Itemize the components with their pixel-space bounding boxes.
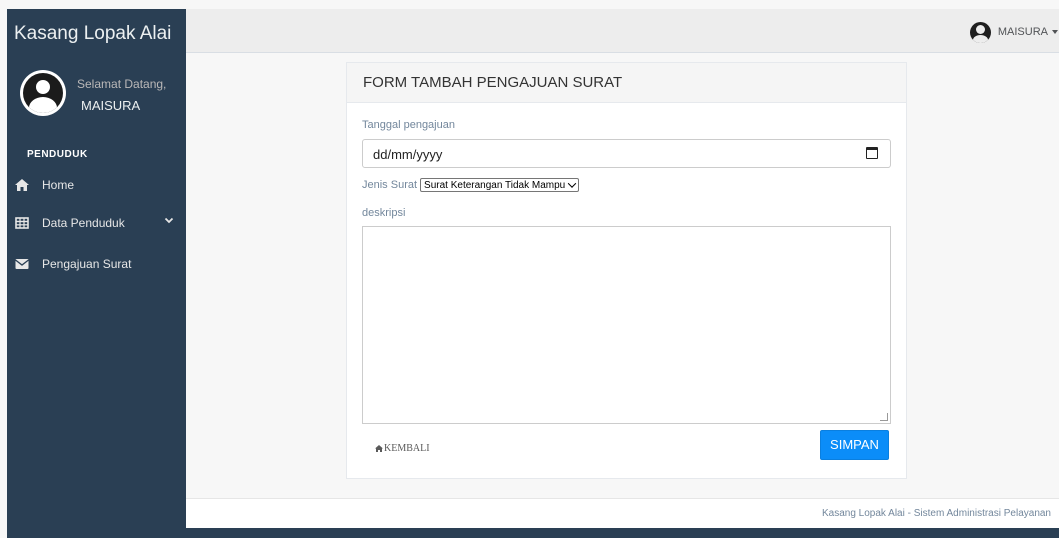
jenis-surat-select[interactable]: Surat Keterangan Tidak Mampu <box>420 178 580 192</box>
date-input[interactable]: dd/mm/yyyy <box>362 139 891 168</box>
menu-section-title: PENDUDUK <box>27 149 88 160</box>
jenis-surat-selected: Surat Keterangan Tidak Mampu <box>424 179 566 191</box>
envelope-icon <box>15 259 29 269</box>
user-dropdown[interactable]: MAISURA <box>969 21 1059 43</box>
date-input-value: dd/mm/yyyy <box>373 147 443 162</box>
welcome-text: Selamat Datang, <box>77 77 167 91</box>
profile-username: MAISURA <box>81 98 141 113</box>
footer-text: Kasang Lopak Alai - Sistem Administrasi … <box>821 508 1051 519</box>
sidebar-item-home[interactable]: Home <box>7 172 186 198</box>
home-icon <box>15 179 29 191</box>
brand-title[interactable]: Kasang Lopak Alai <box>7 9 186 55</box>
user-circle-icon <box>969 21 991 43</box>
sidebar-item-label: Data Penduduk <box>42 216 125 230</box>
avatar <box>20 70 66 116</box>
sidebar-item-label: Home <box>42 178 75 192</box>
bottom-bar <box>186 528 1059 538</box>
resize-handle-icon[interactable] <box>880 413 888 421</box>
date-label: Tanggal pengajuan <box>362 119 455 131</box>
deskripsi-label: deskripsi <box>362 207 406 219</box>
form-title: FORM TAMBAH PENGAJUAN SURAT <box>347 63 906 103</box>
footer: Kasang Lopak Alai - Sistem Administrasi … <box>186 498 1059 528</box>
jenis-surat-label: Jenis Surat <box>362 179 418 191</box>
caret-down-icon <box>1052 30 1058 34</box>
jenis-surat-row: Jenis Surat Surat Keterangan Tidak Mampu <box>362 178 580 192</box>
chevron-down-icon <box>567 179 577 188</box>
sidebar-item-pengajuan-surat[interactable]: Pengajuan Surat <box>7 251 186 277</box>
chevron-down-icon <box>164 217 174 224</box>
simpan-button[interactable]: SIMPAN <box>820 430 889 460</box>
user-menu-label: MAISURA <box>997 26 1048 38</box>
home-icon <box>375 445 383 452</box>
sidebar-item-label: Pengajuan Surat <box>42 257 132 271</box>
app-frame: Kasang Lopak Alai Selamat Datang, MAISUR… <box>7 9 1059 538</box>
main-content: FORM TAMBAH PENGAJUAN SURAT Tanggal peng… <box>186 53 1059 498</box>
form-panel: FORM TAMBAH PENGAJUAN SURAT Tanggal peng… <box>346 62 907 479</box>
top-navbar: MAISURA <box>186 9 1059 53</box>
calendar-icon[interactable] <box>866 147 878 159</box>
back-link-label: KEMBALI <box>384 443 430 454</box>
user-circle-icon <box>23 73 63 113</box>
profile-block: Selamat Datang, MAISURA <box>7 67 186 127</box>
sidebar: Kasang Lopak Alai Selamat Datang, MAISUR… <box>7 9 186 538</box>
sidebar-item-data-penduduk[interactable]: Data Penduduk <box>7 210 186 236</box>
table-icon <box>15 217 29 229</box>
deskripsi-textarea[interactable] <box>362 226 891 424</box>
back-link[interactable]: KEMBALI <box>375 443 430 454</box>
